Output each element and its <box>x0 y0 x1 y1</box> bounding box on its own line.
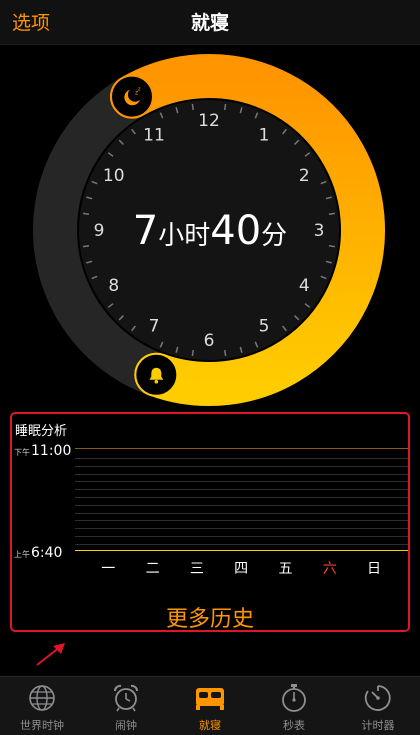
grid-line <box>75 504 408 506</box>
time-label-top-time: 11:00 <box>31 443 72 459</box>
grid-line <box>75 497 408 498</box>
more-history-button[interactable]: 更多历史 <box>12 601 408 633</box>
wake-line <box>75 550 408 551</box>
timer-icon <box>364 685 391 711</box>
duration-hours-unit: 小时 <box>158 221 211 251</box>
clock-hour-number: 2 <box>299 166 310 186</box>
tab-alarm[interactable]: 闹钟 <box>84 677 168 735</box>
clock-hour-number: 5 <box>259 316 270 336</box>
bedtime-handle[interactable]: z z <box>110 74 154 119</box>
weekday-row: 一 二 三 四 五 六 日 <box>75 558 408 578</box>
time-label-bottom: 上午6:40 <box>14 542 62 561</box>
clock-hour-number: 12 <box>198 111 220 131</box>
bed-icon <box>196 688 224 710</box>
svg-text:z: z <box>138 87 141 93</box>
grid-line <box>75 489 408 491</box>
tab-bedtime-label: 就寝 <box>199 719 221 732</box>
clock-hour-number: 8 <box>108 276 119 296</box>
tab-timer[interactable]: 计时器 <box>336 677 420 735</box>
grid-line <box>75 465 408 467</box>
clock-tick <box>191 103 194 111</box>
clock-tick <box>191 349 194 357</box>
clock-hour-number: 11 <box>143 126 165 146</box>
sleep-analysis-panel: 睡眠分析 下午11:00 上午6:40 一 二 三 四 五 六 日 更多历史 <box>10 412 410 632</box>
globe-icon <box>29 685 55 711</box>
grid-line <box>75 528 408 530</box>
grid-line <box>75 536 408 537</box>
clock-tick <box>224 349 227 357</box>
navigation-bar: 选项 就寝 <box>0 0 420 45</box>
clock-hour-number: 7 <box>149 316 160 336</box>
time-label-top-ampm: 下午 <box>14 448 30 457</box>
page-title: 就寝 <box>190 12 229 34</box>
grid-line <box>75 481 408 483</box>
tab-stopwatch[interactable]: 秒表 <box>252 677 336 735</box>
clock-hour-number: 10 <box>103 166 125 186</box>
stopwatch-icon <box>282 684 306 712</box>
weekday-mon: 一 <box>101 561 116 577</box>
tab-bar: 世界时钟 闹钟 就寝 秒表 计时器 <box>0 676 420 735</box>
weekday-thu: 四 <box>234 561 249 577</box>
time-label-bottom-time: 6:40 <box>31 545 63 561</box>
bedtime-line <box>75 448 408 449</box>
annotation-arrow <box>36 643 65 666</box>
duration-minutes-unit: 分 <box>261 221 288 251</box>
bedtime-clock: 12 1 2 3 4 5 6 7 8 9 10 11 z z 7小时40分 <box>0 44 420 414</box>
clock-hour-number: 4 <box>299 276 310 296</box>
grid-line <box>75 520 408 522</box>
weekday-wed: 三 <box>189 561 204 577</box>
tab-stopwatch-label: 秒表 <box>283 719 305 732</box>
tab-world-clock[interactable]: 世界时钟 <box>0 677 84 735</box>
clock-hour-number: 6 <box>204 331 215 351</box>
grid-line <box>75 512 408 514</box>
wake-handle[interactable] <box>134 352 179 397</box>
alarm-clock-icon <box>114 684 138 712</box>
tab-world-clock-label: 世界时钟 <box>20 719 64 732</box>
clock-tick <box>224 103 227 111</box>
weekday-fri: 五 <box>278 561 293 577</box>
duration-hours: 7 <box>132 208 159 254</box>
time-label-top: 下午11:00 <box>14 440 71 459</box>
grid-line <box>75 473 408 475</box>
grid-line <box>75 543 408 545</box>
grid-line <box>75 458 408 459</box>
weekday-sun: 日 <box>367 561 382 577</box>
weekday-tue: 二 <box>145 561 160 577</box>
tab-bedtime[interactable]: 就寝 <box>168 677 252 735</box>
tab-timer-label: 计时器 <box>361 719 395 732</box>
sleep-duration: 7小时40分 <box>0 207 420 263</box>
duration-minutes: 40 <box>210 208 262 254</box>
time-label-bottom-ampm: 上午 <box>14 550 30 559</box>
sleep-analysis-title: 睡眠分析 <box>15 424 68 439</box>
clock-hour-number: 1 <box>259 126 270 146</box>
weekday-sat: 六 <box>322 561 337 577</box>
tab-alarm-label: 闹钟 <box>115 719 137 732</box>
